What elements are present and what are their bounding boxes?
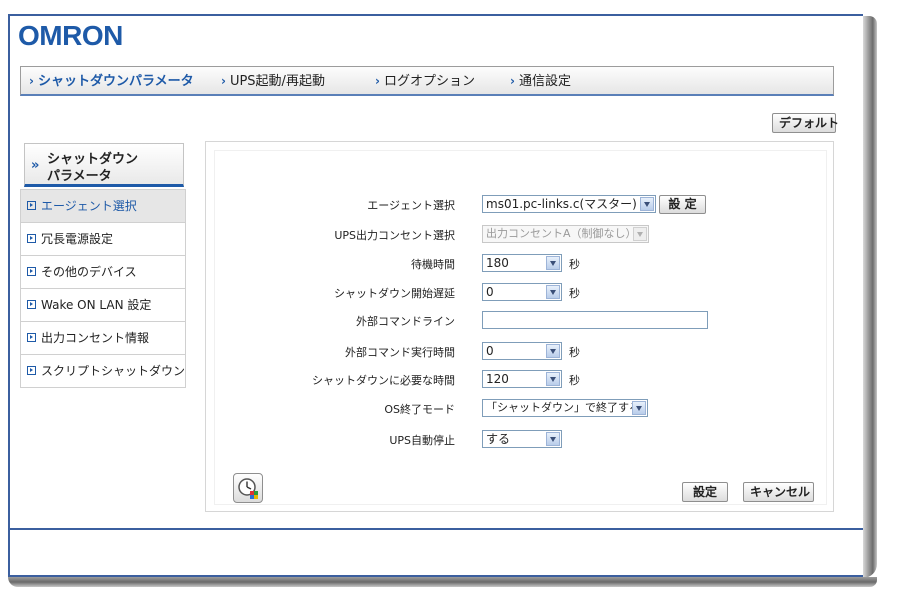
chevron-down-icon	[546, 256, 560, 270]
arrow-box-icon	[27, 201, 36, 210]
external-command-label: 外部コマンドライン	[356, 315, 455, 328]
agent-select-value: ms01.pc-links.c(マスター)	[486, 197, 637, 211]
chevron-right-icon: ›	[375, 74, 380, 88]
agent-select[interactable]: ms01.pc-links.c(マスター)	[482, 195, 656, 213]
arrow-box-icon	[27, 234, 36, 243]
sidebar-item-wake-on-lan[interactable]: Wake ON LAN 設定	[21, 289, 185, 322]
sidebar-title: » シャットダウン パラメータ	[24, 143, 184, 187]
outlet-select[interactable]: 出力コンセントA（制御なし）	[482, 225, 649, 243]
ups-auto-stop-label: UPS自動停止	[389, 434, 455, 447]
required-shutdown-time-label: シャットダウンに必要な時間	[312, 374, 455, 387]
sidebar-item-label: 出力コンセント情報	[41, 331, 150, 345]
clock-icon	[238, 478, 258, 499]
required-shutdown-time-unit: 秒	[569, 374, 580, 387]
chevron-right-icon: ›	[29, 74, 34, 88]
sidebar-item-label: スクリプトシャットダウン	[41, 364, 186, 378]
chevron-right-icon: ›	[510, 74, 515, 88]
omron-logo: OMRON	[18, 20, 123, 51]
tab-label: 通信設定	[518, 74, 571, 89]
shutdown-delay-label: シャットダウン開始遅延	[334, 287, 455, 300]
shutdown-delay-unit: 秒	[569, 287, 580, 300]
chevron-down-icon	[546, 344, 560, 358]
sidebar-item-agent-select[interactable]: エージェント選択	[21, 190, 185, 223]
wait-time-select[interactable]: 180	[482, 254, 562, 272]
arrow-box-icon	[27, 333, 36, 342]
tab-ups-start-restart[interactable]: › UPS起動/再起動	[221, 67, 325, 95]
chevron-down-icon	[633, 227, 647, 241]
sidebar-item-redundant-power[interactable]: 冗長電源設定	[21, 223, 185, 256]
window-shadow-bottom	[8, 577, 877, 587]
sidebar-list: エージェント選択 冗長電源設定 その他のデバイス Wake ON LAN 設定 …	[20, 189, 186, 388]
wait-time-label: 待機時間	[411, 258, 455, 271]
arrow-box-icon	[27, 366, 36, 375]
settings-panel: エージェント選択 ms01.pc-links.c(マスター) 設 定 UPS出力…	[205, 141, 834, 512]
tab-communication-settings[interactable]: › 通信設定	[510, 67, 571, 95]
os-exit-mode-label: OS終了モード	[384, 403, 455, 416]
window-shadow-right	[863, 16, 877, 578]
chevron-down-icon	[546, 372, 560, 386]
outlet-select-value: 出力コンセントA（制御なし）	[486, 227, 637, 240]
external-command-time-value: 0	[486, 344, 494, 358]
set-button[interactable]: 設定	[682, 482, 728, 502]
external-command-input[interactable]	[482, 311, 708, 329]
tab-label: ログオプション	[383, 74, 475, 89]
tab-shutdown-parameters[interactable]: › シャットダウンパラメータ	[29, 67, 194, 95]
chevron-down-icon	[546, 432, 560, 446]
chevron-down-icon	[632, 401, 646, 415]
sidebar: » シャットダウン パラメータ エージェント選択 冗長電源設定 その他のデバイス…	[20, 143, 186, 388]
sidebar-item-label: Wake ON LAN 設定	[41, 298, 152, 312]
sidebar-title-line2: パラメータ	[47, 169, 112, 184]
tab-log-options[interactable]: › ログオプション	[375, 67, 475, 95]
chevron-down-icon	[546, 285, 560, 299]
ups-auto-stop-select[interactable]: する	[482, 430, 562, 448]
arrow-box-icon	[27, 300, 36, 309]
schedule-button[interactable]	[233, 473, 263, 503]
tab-label: UPS起動/再起動	[229, 74, 325, 89]
external-command-time-select[interactable]: 0	[482, 342, 562, 360]
double-chevron-icon: »	[31, 158, 40, 173]
chevron-right-icon: ›	[221, 74, 226, 88]
os-exit-mode-select[interactable]: 「シャットダウン」で終了する	[482, 399, 648, 417]
sidebar-item-script-shutdown[interactable]: スクリプトシャットダウン	[21, 355, 185, 388]
outlet-select-label: UPS出力コンセント選択	[334, 229, 455, 242]
required-shutdown-time-value: 120	[486, 372, 509, 386]
ups-auto-stop-value: する	[486, 432, 511, 446]
required-shutdown-time-select[interactable]: 120	[482, 370, 562, 388]
os-exit-mode-value: 「シャットダウン」で終了する	[486, 401, 640, 414]
shutdown-delay-value: 0	[486, 285, 494, 299]
sidebar-item-label: 冗長電源設定	[41, 232, 114, 246]
shutdown-delay-select[interactable]: 0	[482, 283, 562, 301]
external-command-time-label: 外部コマンド実行時間	[345, 346, 455, 359]
sidebar-item-label: エージェント選択	[41, 199, 137, 213]
agent-set-button[interactable]: 設 定	[659, 195, 706, 214]
external-command-time-unit: 秒	[569, 346, 580, 359]
default-button[interactable]: デフォルト	[772, 113, 839, 133]
tab-label: シャットダウンパラメータ	[37, 74, 194, 89]
cancel-button[interactable]: キャンセル	[743, 482, 814, 502]
tab-bar: › シャットダウンパラメータ › UPS起動/再起動 › ログオプション › 通信設定	[20, 66, 834, 96]
window-bottom-border	[10, 528, 863, 530]
arrow-box-icon	[27, 267, 36, 276]
sidebar-item-other-devices[interactable]: その他のデバイス	[21, 256, 185, 289]
wait-time-value: 180	[486, 256, 509, 270]
wait-time-unit: 秒	[569, 258, 580, 271]
chevron-down-icon	[640, 197, 654, 211]
sidebar-item-label: その他のデバイス	[41, 265, 137, 279]
agent-select-label: エージェント選択	[367, 199, 455, 212]
sidebar-item-outlet-info[interactable]: 出力コンセント情報	[21, 322, 185, 355]
